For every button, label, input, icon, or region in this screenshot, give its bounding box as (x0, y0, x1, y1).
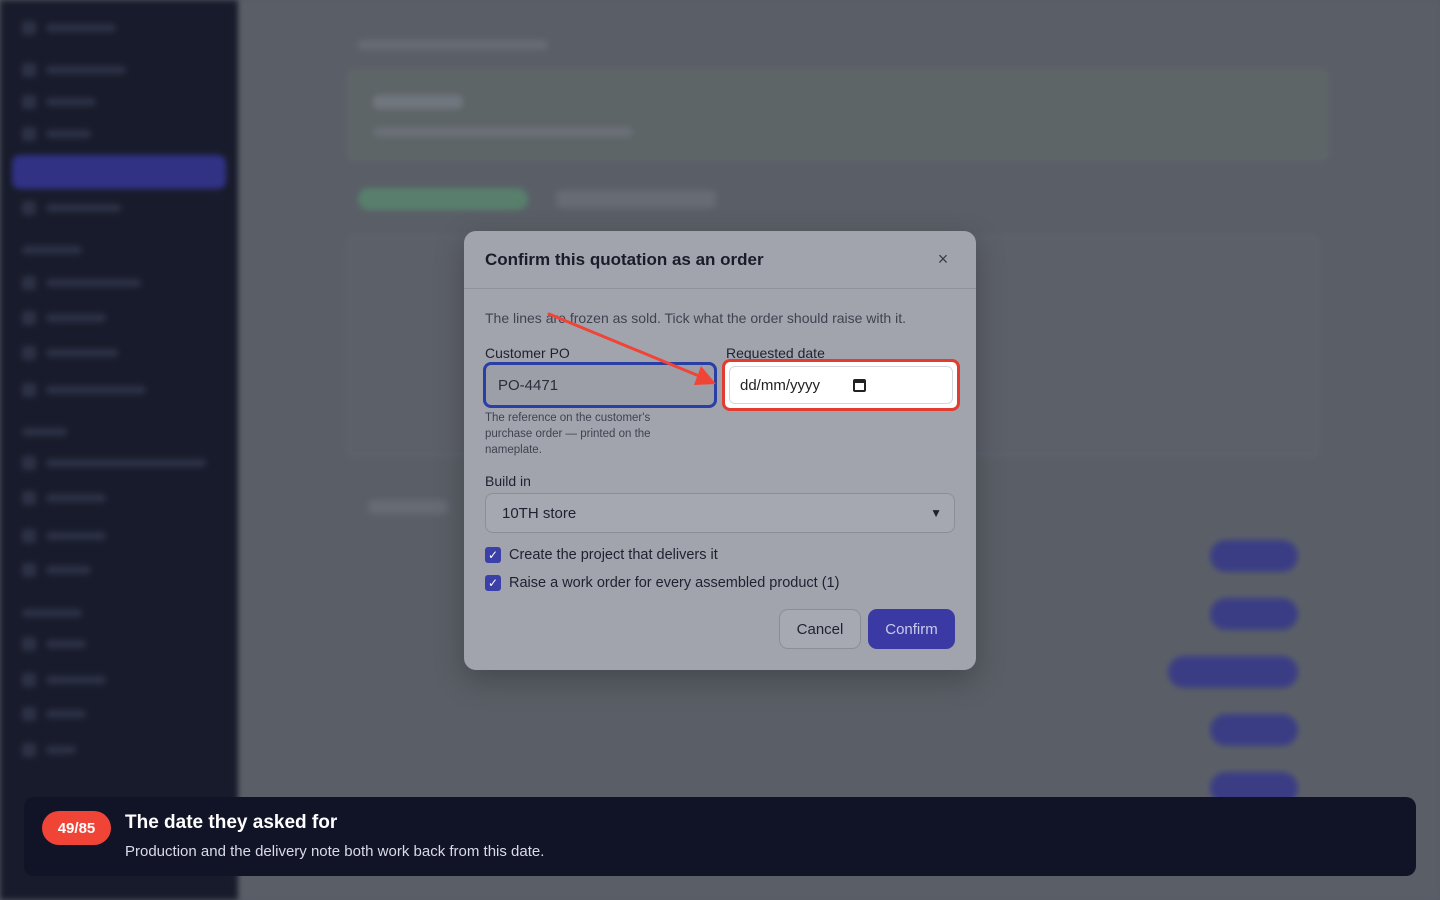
dialog-header: Confirm this quotation as an order × (464, 231, 976, 289)
close-icon[interactable]: × (931, 248, 955, 272)
build-in-label: Build in (485, 473, 531, 489)
customer-po-help: The reference on the customer's purchase… (485, 412, 651, 456)
tutorial-description: Production and the delivery note both wo… (125, 843, 545, 860)
work-order-checkbox[interactable]: ✓ (485, 575, 501, 591)
create-project-label: Create the project that delivers it (509, 547, 718, 563)
date-placeholder: dd/mm/yyyy (740, 376, 821, 394)
customer-po-input[interactable] (483, 362, 717, 408)
customer-po-label: Customer PO (485, 345, 570, 361)
dialog-intro: The lines are frozen as sold. Tick what … (485, 310, 906, 326)
confirm-button[interactable]: Confirm (868, 609, 955, 649)
cancel-button[interactable]: Cancel (779, 609, 861, 649)
create-project-option[interactable]: ✓ Create the project that delivers it (485, 547, 718, 563)
build-in-select[interactable]: 10TH store ▼ (485, 493, 955, 533)
confirm-order-dialog: Confirm this quotation as an order × The… (464, 231, 976, 670)
create-project-checkbox[interactable]: ✓ (485, 547, 501, 563)
chevron-down-icon: ▼ (930, 506, 942, 520)
requested-date-input[interactable]: dd/mm/yyyy (729, 366, 953, 404)
work-order-option[interactable]: ✓ Raise a work order for every assembled… (485, 575, 839, 591)
requested-date-highlight: dd/mm/yyyy (722, 359, 960, 411)
tutorial-banner: 49/85 The date they asked for Production… (24, 797, 1416, 876)
dialog-title: Confirm this quotation as an order (485, 249, 764, 269)
calendar-icon[interactable] (853, 378, 866, 392)
work-order-label: Raise a work order for every assembled p… (509, 575, 840, 591)
tutorial-title: The date they asked for (125, 812, 338, 833)
step-counter-badge: 49/85 (42, 811, 111, 845)
build-in-value: 10TH store (502, 504, 577, 522)
